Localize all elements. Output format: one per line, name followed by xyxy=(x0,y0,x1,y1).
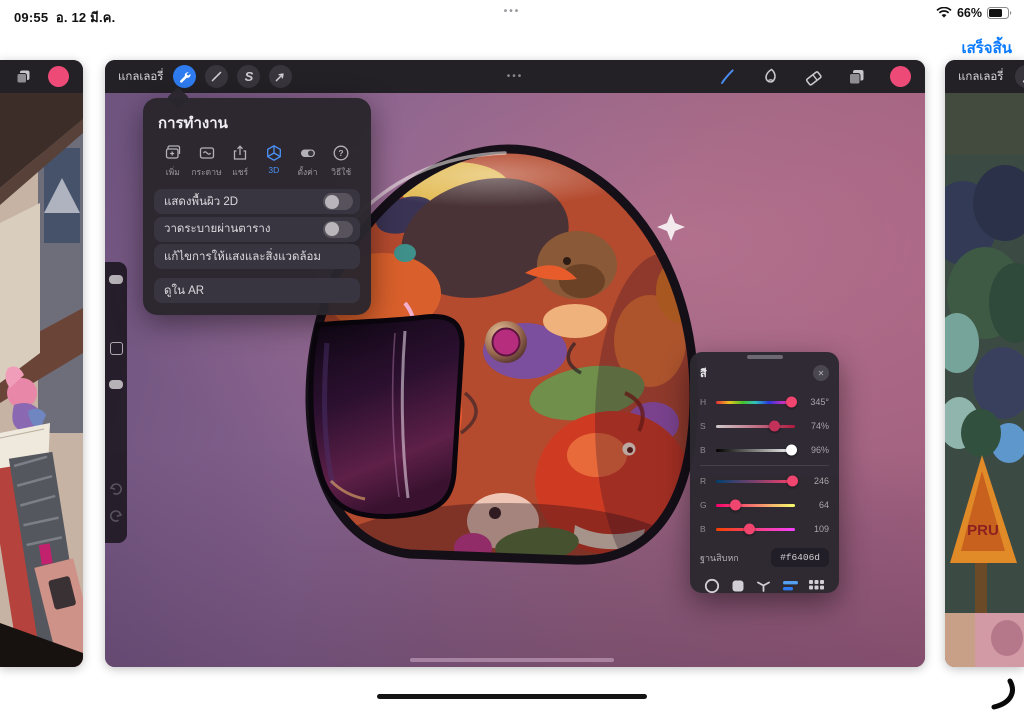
saturation-slider[interactable] xyxy=(716,425,795,428)
actions-wrench-button[interactable] xyxy=(173,65,196,88)
green-slider[interactable] xyxy=(716,504,795,507)
brush-tool-icon[interactable] xyxy=(718,67,737,86)
harmony-mode-icon[interactable] xyxy=(755,577,772,594)
brush-opacity-slider-handle[interactable] xyxy=(109,380,123,389)
red-slider-row: R 246 xyxy=(700,469,829,493)
undo-button[interactable] xyxy=(109,482,123,501)
menu-row-view-in-ar[interactable]: ดูใน AR xyxy=(154,278,360,303)
transform-button[interactable] xyxy=(269,65,292,88)
multitask-dots-indicator[interactable]: ••• xyxy=(0,6,1024,17)
hex-label: ฐานสิบหก xyxy=(700,551,739,565)
left-window-toolbar xyxy=(0,60,83,93)
actions-menu-popover: การทำงาน เพิ่ม กระดาษ xyxy=(143,98,371,315)
green-slider-row: G 64 xyxy=(700,493,829,517)
home-indicator[interactable] xyxy=(377,694,647,699)
helmet-visor xyxy=(311,316,462,516)
right-window-toolbar: แกลเลอรี่ xyxy=(945,60,1024,93)
tab-prefs[interactable]: ตั้งค่า xyxy=(291,144,325,179)
redo-button[interactable] xyxy=(109,509,123,528)
tab-canvas[interactable]: กระดาษ xyxy=(190,144,224,179)
red-slider[interactable] xyxy=(716,480,795,483)
tab-share[interactable]: แชร์ xyxy=(223,144,257,179)
gallery-button[interactable]: แกลเลอรี่ xyxy=(105,68,173,86)
hex-value-field[interactable]: #f6406d xyxy=(771,548,829,567)
eraser-tool-icon[interactable] xyxy=(804,67,823,86)
adjustments-button[interactable] xyxy=(205,65,228,88)
tab-help[interactable]: ? วิธีใช้ xyxy=(324,144,358,179)
brightness-slider[interactable] xyxy=(716,449,795,452)
battery-icon xyxy=(987,7,1012,19)
status-bar: 09:55 อ. 12 มี.ค. ••• 66% xyxy=(0,0,1024,28)
left-window-artwork[interactable] xyxy=(0,93,83,667)
menu-row-edit-lighting[interactable]: แก้ไขการให้แสงและสิ่งแวดล้อม xyxy=(154,244,360,269)
prefs-toggle-icon xyxy=(299,144,317,162)
menu-row-show-2d-surface[interactable]: แสดงพื้นผิว 2D xyxy=(154,189,360,214)
scribble-mark xyxy=(988,678,1018,712)
paint-through-grid-toggle[interactable] xyxy=(323,221,353,238)
palettes-mode-icon[interactable] xyxy=(808,579,825,593)
selection-s-icon: S xyxy=(245,69,254,84)
divider xyxy=(700,465,829,466)
battery-percent: 66% xyxy=(957,6,982,20)
value-mode-icon[interactable] xyxy=(782,579,799,592)
actions-menu-tabs: เพิ่ม กระดาษ แชร์ xyxy=(156,144,358,179)
artwork-sign-text: PRU xyxy=(967,522,999,539)
done-button[interactable]: เสร็จสิ้น xyxy=(961,36,1012,60)
tab-3d[interactable]: 3D xyxy=(257,144,291,179)
color-panel-drag-handle[interactable] xyxy=(747,355,783,359)
brush-size-slider-handle[interactable] xyxy=(109,275,123,284)
redo-icon xyxy=(109,509,123,523)
layers-icon[interactable] xyxy=(15,68,32,85)
color-panel-title: สี xyxy=(700,364,707,382)
layers-icon[interactable] xyxy=(847,67,866,86)
3d-canvas[interactable]: การทำงาน เพิ่ม กระดาษ xyxy=(105,93,925,667)
disc-mode-icon[interactable] xyxy=(704,578,720,594)
actions-wrench-button[interactable] xyxy=(1015,65,1024,88)
color-swatch-button[interactable] xyxy=(48,66,69,87)
right-app-window[interactable]: แกลเลอรี่ PRU xyxy=(945,60,1024,667)
hue-slider[interactable] xyxy=(716,401,795,404)
selection-button[interactable]: S xyxy=(237,65,260,88)
svg-text:?: ? xyxy=(339,148,344,158)
left-app-window[interactable] xyxy=(0,60,83,667)
hue-slider-row: H 345° xyxy=(700,390,829,414)
window-resize-handle[interactable] xyxy=(410,658,614,662)
brush-sidebar[interactable] xyxy=(105,262,127,543)
classic-mode-icon[interactable] xyxy=(730,578,746,594)
saturation-slider-row: S 74% xyxy=(700,414,829,438)
help-icon: ? xyxy=(332,144,350,162)
modify-button[interactable] xyxy=(110,342,123,355)
blue-slider-row: B 109 xyxy=(700,517,829,541)
color-mode-switcher xyxy=(700,577,829,594)
tab-add[interactable]: เพิ่ม xyxy=(156,144,190,179)
canvas-icon xyxy=(198,144,216,162)
gallery-button[interactable]: แกลเลอรี่ xyxy=(945,68,1013,86)
blue-slider[interactable] xyxy=(716,528,795,531)
share-icon xyxy=(231,144,249,162)
transform-arrow-icon xyxy=(274,70,287,83)
actions-menu-title: การทำงาน xyxy=(158,111,360,135)
wifi-icon xyxy=(936,7,952,19)
menu-row-paint-through-grid[interactable]: วาดระบายผ่านตาราง xyxy=(154,217,360,242)
undo-icon xyxy=(109,482,123,496)
color-panel: สี ✕ H 345° S 74% B 96% R 246 xyxy=(690,352,839,593)
magic-wand-icon xyxy=(210,70,223,83)
smudge-tool-icon[interactable] xyxy=(761,67,780,86)
show-2d-surface-toggle[interactable] xyxy=(323,193,353,210)
3d-cube-icon xyxy=(265,144,283,162)
right-window-artwork[interactable]: PRU xyxy=(945,93,1024,667)
close-icon[interactable]: ✕ xyxy=(813,365,829,381)
main-toolbar: แกลเลอรี่ S ••• xyxy=(105,60,925,93)
brightness-slider-row: B 96% xyxy=(700,438,829,462)
active-color-swatch[interactable] xyxy=(890,66,911,87)
procreate-main-window[interactable]: แกลเลอรี่ S ••• xyxy=(105,60,925,667)
add-icon xyxy=(164,144,182,162)
wrench-icon xyxy=(178,70,191,83)
ipad-screen: { "status_bar": { "time": "09:55", "date… xyxy=(0,0,1024,715)
